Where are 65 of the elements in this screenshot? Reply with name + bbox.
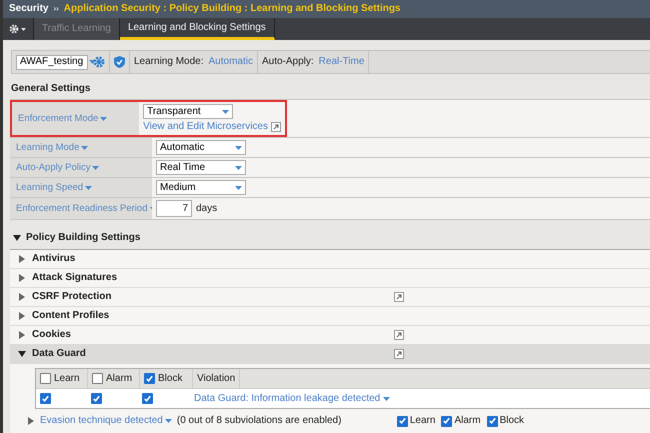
setting-select[interactable]: Automatic bbox=[156, 140, 246, 155]
section-header[interactable]: Attack Signatures bbox=[32, 272, 118, 283]
caret-icon bbox=[383, 396, 390, 400]
expand-arrow-icon[interactable] bbox=[18, 331, 26, 339]
expand-arrow-icon[interactable] bbox=[18, 255, 26, 263]
checkbox[interactable] bbox=[40, 373, 51, 384]
checkbox[interactable] bbox=[92, 373, 103, 384]
checkbox[interactable] bbox=[486, 416, 498, 426]
checkbox[interactable] bbox=[142, 393, 153, 404]
settings-icon[interactable] bbox=[9, 24, 27, 34]
checkbox[interactable] bbox=[441, 416, 452, 426]
section-title[interactable]: Policy Building Settings bbox=[26, 232, 140, 244]
caret-icon bbox=[235, 166, 242, 170]
caret-icon bbox=[92, 166, 100, 170]
checkbox[interactable] bbox=[40, 393, 51, 404]
setting-select[interactable]: Medium bbox=[156, 180, 246, 195]
checkbox[interactable] bbox=[396, 416, 408, 426]
checkbox[interactable] bbox=[144, 373, 155, 384]
external-link-icon[interactable] bbox=[394, 349, 404, 359]
collapse-arrow-icon[interactable] bbox=[18, 350, 26, 358]
checkbox[interactable] bbox=[91, 393, 102, 404]
external-link-icon[interactable] bbox=[271, 122, 281, 132]
expand-arrow-icon[interactable] bbox=[27, 417, 35, 425]
expand-arrow-icon[interactable] bbox=[18, 293, 26, 301]
checkbox-label: Learn bbox=[410, 415, 436, 427]
learning-mode-label: Learning Mode: bbox=[134, 56, 204, 68]
expand-arrow-icon[interactable] bbox=[18, 312, 26, 320]
external-link-icon[interactable] bbox=[394, 330, 404, 340]
caret-icon bbox=[164, 419, 172, 423]
expand-arrow-icon[interactable] bbox=[18, 274, 26, 282]
auto-apply-label: Auto-Apply: bbox=[262, 56, 314, 68]
column-header: Alarm bbox=[106, 372, 132, 384]
tab[interactable]: Learning and Blocking Settings bbox=[120, 18, 275, 40]
violation-link[interactable]: Data Guard: Information leakage detected bbox=[194, 392, 380, 404]
microservices-link[interactable]: View and Edit Microservices bbox=[143, 121, 268, 133]
unit-label: days bbox=[196, 202, 218, 214]
section-header[interactable]: Content Profiles bbox=[32, 310, 110, 321]
checkbox-label: Alarm bbox=[454, 415, 481, 427]
shield-icon[interactable] bbox=[114, 56, 125, 68]
breadcrumb-path: Application Security : Policy Building : Learning and Blocking Settings bbox=[64, 3, 400, 15]
column-header: Block bbox=[158, 372, 182, 384]
caret-icon bbox=[222, 110, 230, 114]
breadcrumb-root[interactable]: Security bbox=[9, 3, 48, 15]
section-header[interactable]: Data Guard bbox=[32, 348, 86, 359]
caret-icon bbox=[235, 186, 242, 190]
setting-select[interactable]: Transparent bbox=[143, 104, 234, 119]
section-title: General Settings bbox=[10, 82, 92, 95]
caret-icon bbox=[100, 116, 108, 120]
caret-icon bbox=[235, 146, 242, 150]
column-header: Violation bbox=[197, 372, 236, 384]
subviolation-count: (0 out of 8 subviolations are enabled) bbox=[176, 415, 342, 427]
caret-icon bbox=[81, 146, 88, 150]
number-field[interactable]: 7 bbox=[156, 200, 192, 217]
breadcrumb-separator: ›› bbox=[53, 3, 59, 15]
section-header[interactable]: Cookies bbox=[32, 329, 71, 340]
checkbox-label: Block bbox=[500, 415, 524, 427]
setting-select[interactable]: Real Time bbox=[156, 160, 246, 175]
column-header: Learn bbox=[54, 372, 80, 384]
collapse-arrow-icon[interactable] bbox=[13, 234, 21, 242]
external-link-icon[interactable] bbox=[394, 292, 404, 302]
section-header[interactable]: Antivirus bbox=[32, 253, 76, 264]
section-header[interactable]: CSRF Protection bbox=[32, 291, 112, 302]
caret-icon bbox=[89, 60, 96, 64]
caret-icon bbox=[85, 186, 92, 190]
violation-link[interactable]: Evasion technique detected bbox=[40, 415, 163, 427]
